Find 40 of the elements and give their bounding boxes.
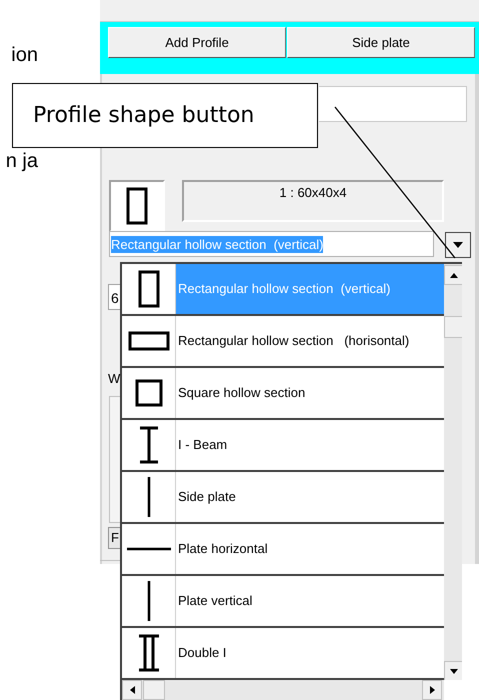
item-label: Side plate [178,488,236,506]
up-arrow-icon [450,272,458,278]
item-label: Square hollow section [178,384,306,402]
scroll-up-button[interactable] [444,265,462,285]
vertical-line-icon [147,477,150,517]
item-label: Plate horizontal [178,540,268,558]
text-field[interactable] [319,86,467,122]
scroll-thumb[interactable] [143,680,165,700]
toolbar-button[interactable]: Add Profile [108,27,286,58]
horizontal-scrollbar[interactable] [122,680,444,700]
group-label: W [108,370,120,388]
item-label: Rectangular hollow section (horisontal) [178,332,410,350]
scroll-left-button[interactable] [122,680,142,700]
caret-icon [453,242,463,248]
tall-rectangle-icon [138,270,159,308]
vertical-scrollbar[interactable] [444,264,462,680]
double-i-beam-icon [137,634,160,672]
scroll-thumb[interactable] [444,316,462,338]
scroll-right-button[interactable] [422,680,442,700]
selected-text: Rectangular hollow section (vertical) [111,236,324,252]
right-arrow-icon [430,686,434,694]
square-icon [135,380,162,406]
i-beam-icon [138,426,159,464]
document-text: ion [11,43,38,68]
left-arrow-icon [130,686,134,694]
callout-label: Profile shape button [12,83,318,148]
vertical-line-icon [147,581,150,621]
item-label: Double I [178,644,226,662]
item-label: Rectangular hollow section (vertical) [178,280,390,298]
dropdown-button[interactable] [445,232,471,258]
wide-rectangle-icon [128,332,169,350]
down-arrow-icon [450,668,458,674]
scroll-down-button[interactable] [444,661,462,680]
profile-label: 1 : 60x40x4 [182,180,444,222]
horizontal-line-icon [126,548,170,550]
item-label: Plate vertical [178,592,252,610]
tall-rectangle-icon [126,188,148,224]
document-text: n ja [6,149,38,174]
toolbar-button[interactable]: Side plate [287,27,475,58]
item-label: I - Beam [178,436,228,454]
